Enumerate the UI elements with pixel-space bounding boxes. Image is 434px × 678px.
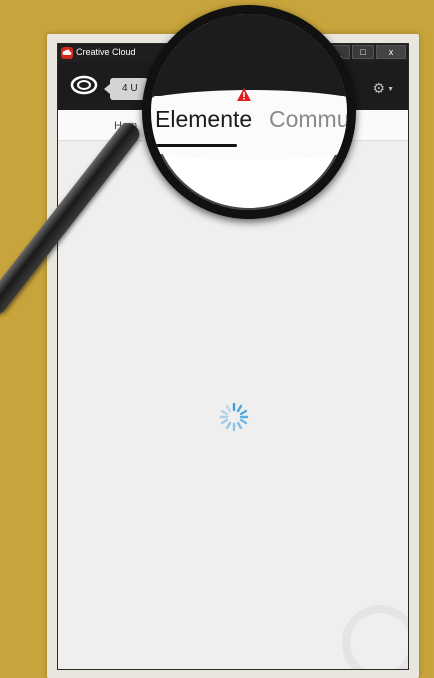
- window-title: Creative Cloud: [76, 47, 136, 57]
- tab-elemente[interactable]: Elemente: [155, 106, 252, 133]
- maximize-button[interactable]: □: [352, 45, 374, 59]
- creative-cloud-watermark-icon: [342, 605, 408, 669]
- warning-icon: [237, 88, 251, 106]
- chevron-down-icon: ▼: [387, 85, 394, 93]
- gear-icon: ⚙: [372, 80, 386, 96]
- notifications-badge[interactable]: 4 U: [104, 78, 148, 100]
- magnified-header: [151, 14, 347, 96]
- active-tab-indicator: [155, 144, 237, 147]
- creative-cloud-app-icon: [61, 47, 73, 59]
- settings-menu[interactable]: ⚙ ▼: [373, 80, 395, 97]
- creative-cloud-logo-icon[interactable]: [70, 74, 98, 101]
- notifications-label: 4 U: [122, 83, 138, 94]
- loading-spinner-icon: [218, 401, 250, 438]
- tab-community[interactable]: Commun: [269, 106, 347, 133]
- close-button[interactable]: x: [376, 45, 406, 59]
- magnifier-lens: Elemente Commun: [142, 5, 356, 219]
- main-content: [58, 141, 408, 669]
